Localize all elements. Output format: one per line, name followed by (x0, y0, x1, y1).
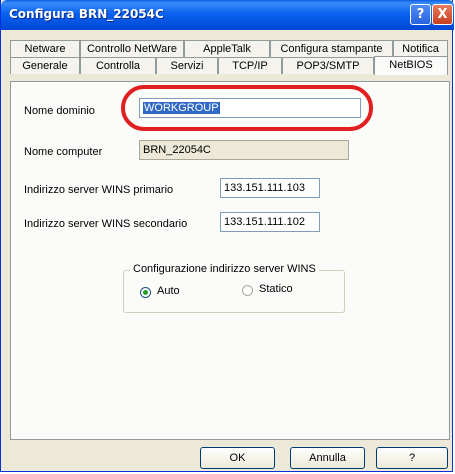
tab-appletalk[interactable]: AppleTalk (184, 40, 270, 57)
wins-primary-label: Indirizzo server WINS primario (24, 184, 174, 196)
title-bar[interactable]: Configura BRN_22054C ? X (1, 0, 454, 30)
tab-netbios[interactable]: NetBIOS (374, 56, 448, 75)
dialog-window: Configura BRN_22054C ? X Netware Control… (0, 0, 454, 472)
tab-controllo-netware[interactable]: Controllo NetWare (80, 40, 184, 57)
wins-config-group: Configurazione indirizzo server WINS Aut… (123, 263, 345, 313)
tab-servizi[interactable]: Servizi (156, 57, 218, 74)
domain-value: WORKGROUP (143, 102, 220, 114)
tab-pop3-smtp[interactable]: POP3/SMTP (282, 57, 374, 74)
static-radio[interactable] (242, 285, 253, 296)
netbios-panel: Nome dominio WORKGROUP Nome computer BRN… (10, 81, 450, 440)
wins-config-title: Configurazione indirizzo server WINS (130, 263, 319, 275)
tab-generale[interactable]: Generale (10, 57, 80, 74)
tab-notifica[interactable]: Notifica (393, 40, 448, 57)
tab-tcpip[interactable]: TCP/IP (218, 57, 282, 74)
cancel-button[interactable]: Annulla (290, 447, 365, 469)
auto-radio[interactable] (140, 287, 151, 298)
computer-label: Nome computer (24, 146, 103, 158)
tab-netware[interactable]: Netware (10, 40, 80, 57)
radio-selected-dot (143, 290, 148, 295)
ok-button[interactable]: OK (200, 447, 275, 469)
domain-label: Nome dominio (24, 105, 95, 117)
computer-field: BRN_22054C (139, 140, 349, 160)
wins-primary-field[interactable]: 133.151.111.103 (220, 178, 320, 198)
domain-field[interactable]: WORKGROUP (139, 98, 361, 118)
wins-secondary-label: Indirizzo server WINS secondario (24, 218, 188, 230)
tab-controlla[interactable]: Controlla (80, 57, 156, 74)
window-title: Configura BRN_22054C (9, 7, 164, 21)
help-button[interactable]: ? (376, 447, 448, 469)
help-title-button[interactable]: ? (410, 4, 431, 25)
static-label[interactable]: Statico (259, 283, 293, 295)
auto-label[interactable]: Auto (157, 285, 180, 297)
tab-configura-stampante[interactable]: Configura stampante (270, 40, 393, 57)
wins-secondary-field[interactable]: 133.151.111.102 (220, 212, 320, 232)
close-button[interactable]: X (432, 4, 453, 25)
